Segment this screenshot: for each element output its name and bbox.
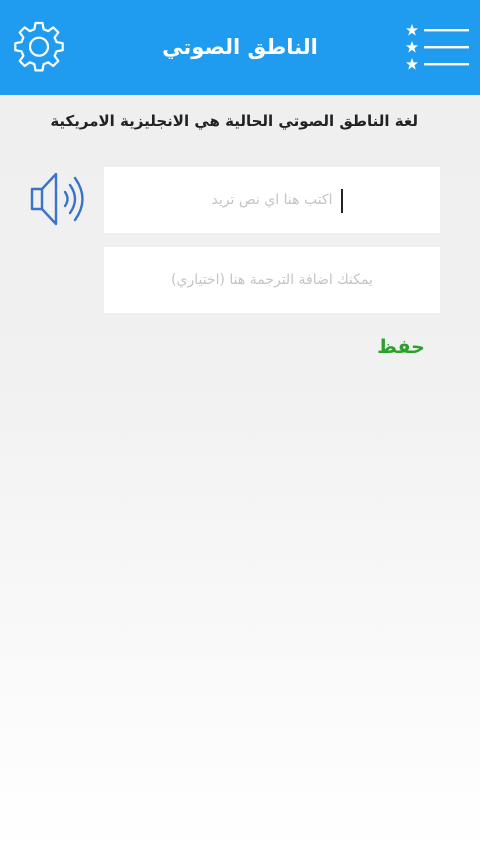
save-button[interactable]: حفظ [366,332,436,362]
text-cursor [341,189,343,213]
speaker-icon [30,172,84,226]
starred-menu-icon [406,24,469,70]
speak-button[interactable] [28,168,90,230]
menu-button[interactable] [404,22,472,72]
current-voice-language-text: لغة الناطق الصوتي الحالية هي الانجليزية … [50,112,418,130]
text-input[interactable] [104,167,440,233]
translation-input[interactable] [104,247,440,313]
top-app-bar: الناطق الصوتي [0,0,480,95]
settings-button[interactable] [10,18,68,76]
gear-icon [14,21,64,72]
